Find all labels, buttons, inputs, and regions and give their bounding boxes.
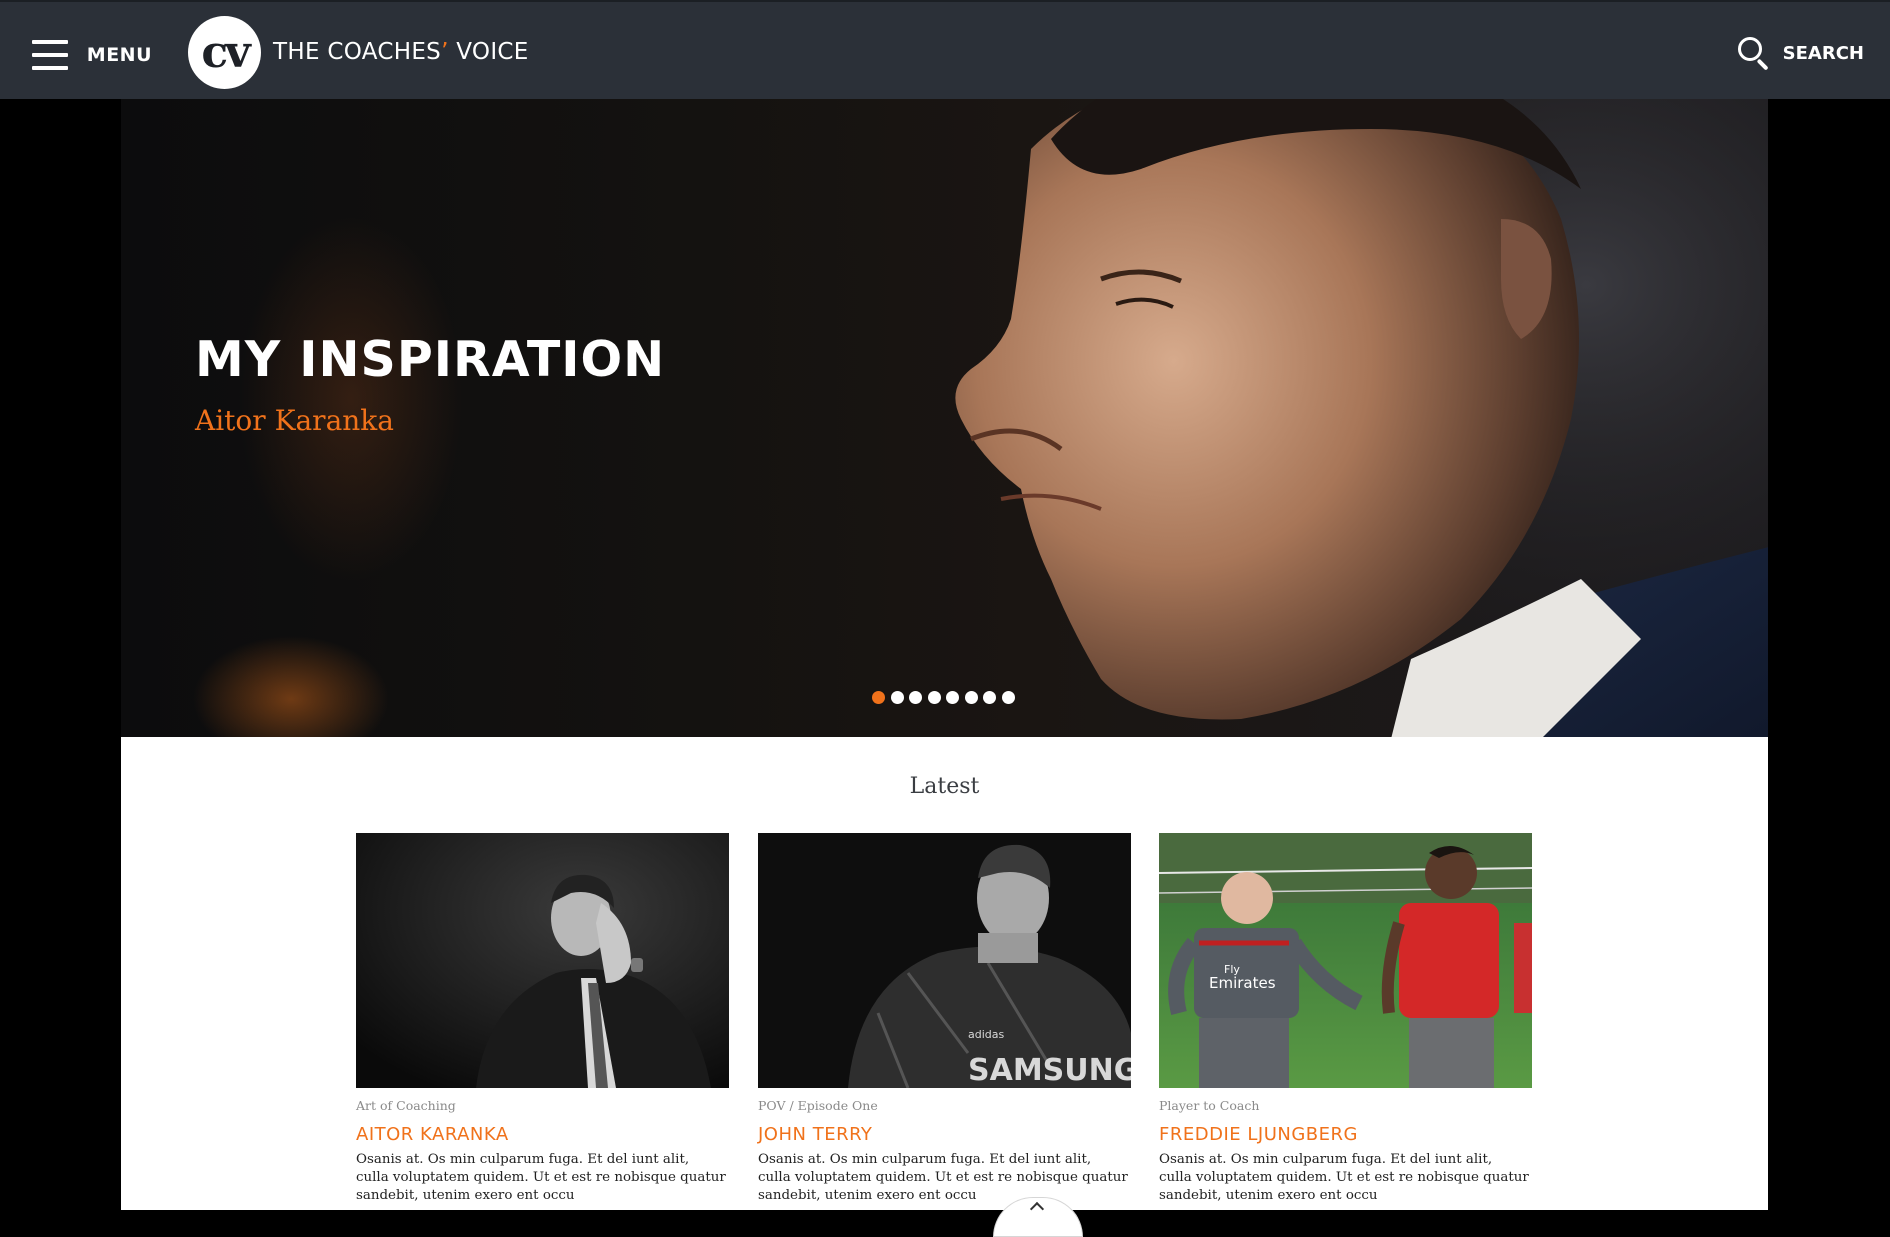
card-category: POV / Episode One [758, 1098, 878, 1113]
logo-apostrophe: ’ [441, 39, 449, 65]
card2-jersey-brand: adidas [968, 1028, 1005, 1041]
slider-dot-2[interactable] [890, 691, 904, 704]
chevron-up-icon [1029, 1201, 1045, 1217]
card-category: Player to Coach [1159, 1098, 1260, 1113]
section-heading: Latest [909, 774, 980, 799]
hamburger-icon [32, 40, 68, 70]
slider-dot-8[interactable] [1001, 691, 1015, 704]
search-label: SEARCH [1782, 42, 1864, 64]
card2-jersey-sponsor: SAMSUNG [968, 1053, 1131, 1088]
card-image[interactable] [356, 833, 729, 1088]
card-title[interactable]: FREDDIE LJUNGBERG [1159, 1124, 1532, 1145]
slider-dot-4[interactable] [927, 691, 941, 704]
hero-slider[interactable]: MY INSPIRATION Aitor Karanka [121, 99, 1768, 737]
logo-text-part: THE COACHES [273, 39, 442, 65]
card-title[interactable]: JOHN TERRY [758, 1124, 1131, 1145]
card-title[interactable]: AITOR KARANKA [356, 1124, 729, 1145]
slider-dot-3[interactable] [909, 691, 922, 704]
article-card[interactable]: Art of Coaching AITOR KARANKA Osanis at.… [356, 833, 729, 1205]
hero-subtitle[interactable]: Aitor Karanka [195, 404, 394, 437]
top-navigation-bar: MENU cv THE COACHES’ VOICE SEARCH [0, 0, 1890, 99]
card-category: Art of Coaching [356, 1098, 456, 1113]
latest-section: Latest Art of Coaching AITOR KARANKA Osa… [121, 737, 1768, 1237]
site-logo[interactable]: cv THE COACHES’ VOICE [188, 15, 529, 89]
card-image[interactable]: Fly Emirates [1159, 833, 1532, 1088]
card-image-ljungberg: Fly Emirates [1159, 833, 1532, 1088]
hero-title[interactable]: MY INSPIRATION [195, 331, 665, 388]
logo-mark: cv [188, 15, 261, 89]
card-excerpt: Osanis at. Os min culparum fuga. Et del … [1159, 1152, 1529, 1203]
card-excerpt: Osanis at. Os min culparum fuga. Et del … [356, 1152, 726, 1203]
slider-dot-1[interactable] [872, 691, 885, 704]
card-image[interactable]: SAMSUNG adidas [758, 833, 1131, 1088]
card-image-terry: SAMSUNG adidas [758, 833, 1131, 1088]
slider-dot-5[interactable] [946, 691, 959, 704]
menu-label: MENU [86, 44, 152, 66]
slider-dot-6[interactable] [964, 691, 978, 704]
card-image-karanka [356, 833, 729, 1088]
logo-wordmark: THE COACHES’ VOICE [273, 39, 529, 65]
article-card[interactable]: SAMSUNG adidas POV / Episode One JOHN TE… [758, 833, 1131, 1205]
hero-portrait-image [941, 99, 1768, 737]
article-card[interactable]: Fly Emirates Player to Coach FREDDIE LJU… [1159, 833, 1532, 1205]
card3-jersey-text-2: Emirates [1209, 974, 1276, 992]
slider-pagination [872, 691, 1020, 704]
search-icon [1737, 36, 1771, 71]
card-excerpt: Osanis at. Os min culparum fuga. Et del … [758, 1152, 1128, 1203]
search-button[interactable]: SEARCH [1737, 36, 1864, 71]
slider-dot-7[interactable] [983, 691, 996, 704]
logo-text-part: VOICE [448, 39, 529, 65]
menu-button[interactable]: MENU [32, 38, 152, 72]
